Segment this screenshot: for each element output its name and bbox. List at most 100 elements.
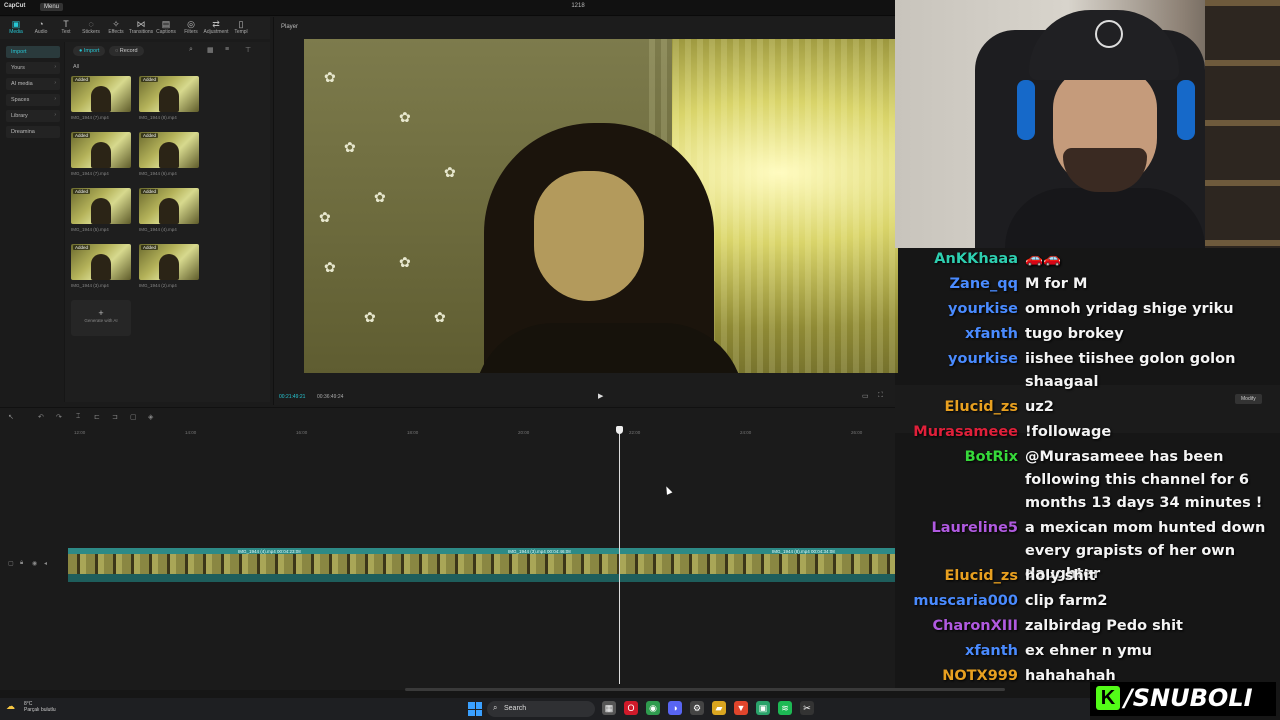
stickers-icon: ◌: [88, 19, 94, 29]
chat-username[interactable]: yourkise: [948, 298, 1018, 321]
track-cover-icon[interactable]: ▢: [8, 560, 14, 567]
chat-username[interactable]: xfanth: [965, 323, 1018, 346]
settings-icon[interactable]: ⚙: [690, 701, 704, 715]
media-thumbnail[interactable]: Added: [71, 244, 131, 280]
media-thumbnail[interactable]: Added: [139, 188, 199, 224]
redo-icon[interactable]: ↷: [56, 413, 62, 421]
filter-all[interactable]: All: [73, 64, 79, 70]
media-thumbnail[interactable]: Added: [139, 132, 199, 168]
import-button[interactable]: ● Import: [73, 46, 106, 56]
tab-text[interactable]: T Text: [53, 19, 79, 35]
split-icon[interactable]: ⌶: [76, 413, 80, 421]
discord-icon[interactable]: ◑: [668, 701, 682, 715]
wall-flower: ✿: [434, 309, 446, 325]
sidebar-item-library[interactable]: Library ›: [6, 110, 60, 122]
lock-icon[interactable]: 🔒︎: [20, 560, 23, 567]
playhead-handle[interactable]: [616, 426, 623, 434]
tab-filters[interactable]: ◎ Filters: [178, 19, 204, 35]
search-icon: ⌕: [493, 703, 498, 712]
added-badge: Added: [141, 133, 159, 138]
search-icon[interactable]: ⌕: [189, 46, 193, 54]
tab-templ[interactable]: ▯ Templ: [228, 19, 254, 35]
sidebar-item-label: Library: [11, 113, 28, 119]
chat-username[interactable]: BotRix: [965, 446, 1018, 469]
eye-icon[interactable]: ◉: [32, 560, 37, 567]
chat-username[interactable]: AnKKhaaa: [934, 248, 1018, 271]
media-icon: ▣: [11, 19, 21, 29]
tab-label: Stickers: [82, 29, 100, 35]
timeline-scrollbar[interactable]: [405, 688, 1005, 691]
trim-right-icon[interactable]: ⊐: [112, 413, 118, 421]
media-filename: IMG_1944 (8).mp4: [139, 115, 177, 120]
brave-icon[interactable]: ▼: [734, 701, 748, 715]
wall-flower: ✿: [399, 254, 411, 270]
chat-username[interactable]: xfanth: [965, 640, 1018, 663]
tab-stickers[interactable]: ◌ Stickers: [78, 19, 104, 35]
shield-icon[interactable]: ◈: [148, 413, 153, 421]
media-thumbnail[interactable]: Added: [139, 76, 199, 112]
tab-audio[interactable]: ◔ Audio: [28, 19, 54, 35]
clip-label: IMG_1944 (3).mp4 00:04:46:08: [508, 549, 571, 554]
clip-strip[interactable]: IMG_1944 (4).mp4 00:04:23:08 IMG_1944 (3)…: [68, 548, 895, 582]
capcut-icon[interactable]: ✂: [800, 701, 814, 715]
timeline-toolbar: ↖ ↶ ↷ ⌶ ⊏ ⊐ ▢ ◈: [0, 408, 895, 428]
select-tool-icon[interactable]: ↖: [8, 413, 14, 421]
fullscreen-icon[interactable]: ⛶: [878, 392, 883, 400]
task-view-icon[interactable]: ▦: [602, 701, 616, 715]
video-track[interactable]: IMG_1944 (4).mp4 00:04:23:08 IMG_1944 (3)…: [68, 548, 895, 582]
tab-media[interactable]: ▣ Media: [3, 19, 29, 35]
tab-effects[interactable]: ✧ Effects: [103, 19, 129, 35]
video-preview[interactable]: ✿ ✿ ✿ ✿ ✿ ✿ ✿ ✿ ✿ ✿: [304, 39, 898, 373]
explorer-icon[interactable]: ▰: [712, 701, 726, 715]
chat-username[interactable]: yourkise: [948, 348, 1018, 371]
media-thumbnail[interactable]: Added: [71, 76, 131, 112]
windows-start-icon[interactable]: [468, 702, 482, 716]
audio-mute-icon[interactable]: ◂: [44, 560, 47, 567]
sidebar-item-yours[interactable]: Yours ›: [6, 62, 60, 74]
added-badge: Added: [141, 77, 159, 82]
ratio-icon[interactable]: ▭: [862, 392, 869, 400]
templates-icon: ▯: [238, 19, 244, 29]
sidebar-item-import[interactable]: Import: [6, 46, 60, 58]
ruler-tick: 22:00: [629, 430, 641, 435]
menu-button[interactable]: Menu: [40, 3, 64, 11]
trim-left-icon[interactable]: ⊏: [94, 413, 100, 421]
chevron-right-icon: ›: [54, 80, 56, 86]
undo-icon[interactable]: ↶: [38, 413, 44, 421]
delete-icon[interactable]: ▢: [130, 413, 137, 421]
record-button[interactable]: ◌ Record: [109, 46, 144, 56]
media-thumbnail[interactable]: Added: [139, 244, 199, 280]
sidebar-item-dreamina[interactable]: Dreamina: [6, 126, 60, 138]
spotify-icon[interactable]: ≋: [778, 701, 792, 715]
chat-username[interactable]: Murasameee: [913, 421, 1018, 444]
tab-transitions[interactable]: ⋈ Transitions: [128, 19, 154, 35]
kick-brand-overlay: K /SNUBOLI: [1090, 682, 1276, 716]
chat-username[interactable]: Zane_qq: [950, 273, 1018, 296]
chat-username[interactable]: Laureline5: [931, 517, 1018, 540]
media-thumbnail[interactable]: Added: [71, 188, 131, 224]
windows-taskbar: ☁ 8°C Parçalı bulutlu ⌕ Search ▦ O ◉ ◑ ⚙ ▰ ▼ ▣ ≋ ✂: [0, 698, 1090, 720]
xbox-icon[interactable]: ▣: [756, 701, 770, 715]
filter-icon[interactable]: ⊤: [245, 46, 251, 54]
tab-adjustment[interactable]: ⇄ Adjustment: [203, 19, 229, 35]
chat-username[interactable]: CharonXIII: [932, 615, 1018, 638]
taskbar-search[interactable]: ⌕ Search: [487, 701, 595, 717]
chat-username[interactable]: Elucid_zs: [945, 565, 1018, 588]
media-filename: IMG_1944 (4).mp4: [139, 227, 177, 232]
chat-username[interactable]: muscaria000: [913, 590, 1018, 613]
sidebar-item-spaces[interactable]: Spaces ›: [6, 94, 60, 106]
grid-view-icon[interactable]: ▦: [207, 46, 214, 54]
sort-icon[interactable]: ≡: [225, 46, 229, 53]
chat-text: clip farm2: [1025, 593, 1108, 609]
media-thumbnail[interactable]: Added: [71, 132, 131, 168]
play-button[interactable]: ▶: [598, 392, 603, 400]
sidebar-item-ai-media[interactable]: AI media ›: [6, 78, 60, 90]
generate-with-ai-button[interactable]: + Generate with AI: [71, 300, 131, 336]
chrome-icon[interactable]: ◉: [646, 701, 660, 715]
playhead[interactable]: [616, 426, 623, 684]
player-controls: 00:21:49:21 00:36:49:24 ▶ ▭ ⛶: [274, 391, 896, 405]
opera-icon[interactable]: O: [624, 701, 638, 715]
chat-username[interactable]: NOTX999: [942, 665, 1018, 688]
tab-captions[interactable]: ▤ Captions: [153, 19, 179, 35]
chat-username[interactable]: Elucid_zs: [945, 396, 1018, 419]
